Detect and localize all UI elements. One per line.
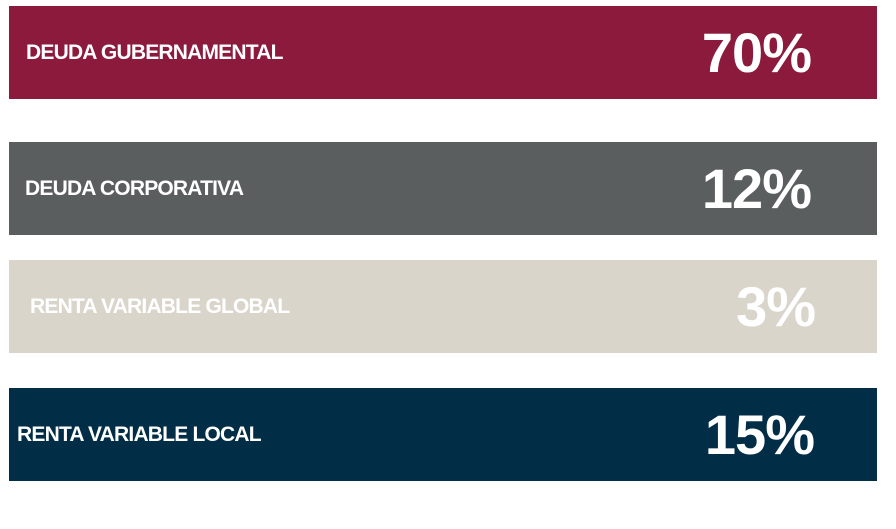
allocation-label: RENTA VARIABLE GLOBAL [30, 294, 290, 318]
allocation-band-government-debt: DEUDA GUBERNAMENTAL 70% [9, 6, 877, 99]
allocation-percentage: 3% [736, 274, 816, 338]
allocation-label: DEUDA CORPORATIVA [25, 176, 244, 200]
allocation-band-corporate-debt: DEUDA CORPORATIVA 12% [9, 142, 877, 235]
allocation-label: DEUDA GUBERNAMENTAL [26, 40, 283, 64]
allocation-percentage: 12% [701, 156, 812, 220]
allocation-label: RENTA VARIABLE LOCAL [17, 422, 262, 446]
allocation-band-local-equity: RENTA VARIABLE LOCAL 15% [9, 388, 877, 481]
allocation-percentage: 70% [701, 20, 812, 84]
allocation-band-global-equity: RENTA VARIABLE GLOBAL 3% [9, 260, 877, 353]
allocation-percentage: 15% [704, 402, 815, 466]
